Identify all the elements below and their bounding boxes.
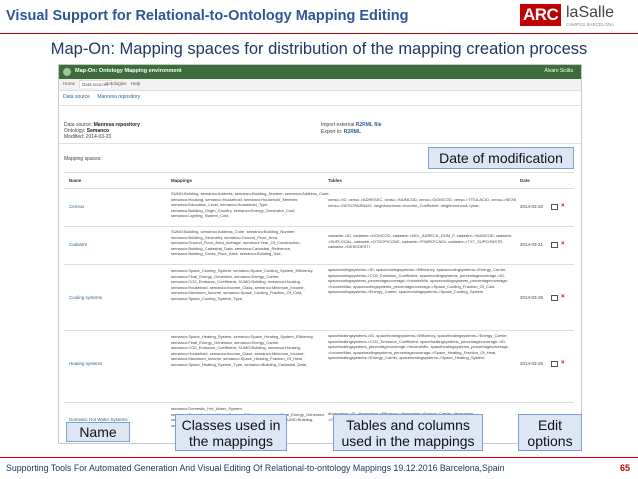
delete-icon[interactable]: ×	[561, 360, 565, 366]
slide-footer: Supporting Tools For Automated Generatio…	[0, 455, 638, 479]
callout-name: Name	[66, 422, 130, 442]
slide-title: Visual Support for Relational-to-Ontolog…	[6, 8, 409, 24]
edit-icon[interactable]	[551, 204, 558, 210]
footer-divider	[0, 457, 638, 458]
mapping-tables: censo->ID, censo->ADRESEC, censo->NUMCOD…	[328, 197, 518, 208]
edit-icon[interactable]	[551, 242, 558, 248]
export-r2rml-link[interactable]: R2RML	[344, 129, 361, 135]
table-row: Cadastre SUMO:Building, semanco:Address_…	[64, 226, 574, 265]
delete-icon[interactable]: ×	[561, 294, 565, 300]
divider	[59, 143, 581, 144]
footer-text: Supporting Tools For Automated Generatio…	[6, 463, 505, 473]
tab-ontologies[interactable]: Ontologies	[105, 81, 127, 86]
app-nav: Home Data sources Ontologies Help	[59, 79, 581, 91]
data-source-info: Data source: Manresa repository Ontology…	[64, 122, 140, 140]
col-mappings: Mappings	[171, 178, 192, 183]
mapping-date: 2014-03-20	[520, 204, 544, 209]
modified-value: 2014-03-20	[85, 134, 112, 140]
callout-classes: Classes used in the mappings	[175, 414, 287, 451]
mapping-tables: cadastre->ID, cadastre->DOMCOD, cadastre…	[328, 233, 513, 249]
import-export: Import external R2RML file Export to: R2…	[321, 122, 382, 135]
mapping-date: 2014-03-26	[520, 361, 544, 366]
mapping-spaces-table: Name Mappings Tables Date Census SUMO:Bu…	[64, 172, 574, 428]
delete-icon[interactable]: ×	[561, 241, 565, 247]
modified-label: Modified:	[64, 134, 85, 140]
mapon-app-screenshot: Map-On: Ontology Mapping environment Álv…	[58, 64, 582, 444]
mapping-classes: SUMO:Building, semanco:Address, semanco:…	[171, 191, 330, 218]
import-label: Import external	[321, 122, 355, 128]
mapping-spaces-label: Mapping spaces:	[64, 156, 102, 162]
breadcrumb: Data source Manresa repository	[63, 94, 146, 100]
col-tables: Tables	[328, 178, 342, 183]
table-row: Heating systems semanco:Space_Heating_Sy…	[64, 330, 574, 403]
import-r2rml-link[interactable]: R2RML file	[356, 122, 382, 128]
header-divider	[0, 33, 638, 34]
callout-edit: Edit options	[518, 414, 582, 451]
breadcrumb-repository[interactable]: Manresa repository	[97, 94, 140, 100]
export-label: Export to:	[321, 128, 343, 135]
mapping-space-name[interactable]: Cooling systems	[69, 295, 102, 300]
delete-icon[interactable]: ×	[561, 203, 565, 209]
logo-lasalle: laSalle	[566, 4, 615, 21]
col-name: Name	[69, 178, 82, 183]
user-menu[interactable]: Álvaro Sicilia	[544, 68, 573, 74]
mapping-tables: spacecoolingsystems->ID, spacecoolingsys…	[328, 267, 509, 294]
table-row: Domestic Hot Water Systems semanco:Domes…	[64, 402, 574, 443]
logo-arc: ARC	[520, 4, 562, 26]
mapping-classes: SUMO:Building, semanco:Address_Code, sem…	[171, 229, 301, 256]
divider	[59, 105, 581, 106]
mapping-space-name[interactable]: Heating systems	[69, 361, 102, 366]
callout-tables: Tables and columns used in the mappings	[333, 414, 483, 451]
callout-date: Date of modification	[428, 147, 574, 169]
page-number: 65	[619, 463, 630, 473]
edit-icon[interactable]	[551, 361, 558, 367]
breadcrumb-data-source[interactable]: Data source	[63, 94, 90, 100]
mapping-tables: spaceheatingsystems->ID, spaceheatingsys…	[328, 333, 510, 360]
app-title: Map-On: Ontology Mapping environment	[75, 68, 182, 74]
col-date: Date	[520, 178, 530, 183]
tab-home[interactable]: Home	[63, 81, 75, 86]
mapping-date: 2014-03-25	[520, 295, 544, 300]
table-row: Cooling systems semanco:Space_Cooling_Sy…	[64, 264, 574, 331]
edit-icon[interactable]	[551, 295, 558, 301]
tab-help[interactable]: Help	[131, 81, 140, 86]
mapping-space-name[interactable]: Cadastre	[69, 242, 87, 247]
mapping-classes: semanco:Space_Heating_System, semanco:Sp…	[171, 334, 314, 367]
logo-subtext: CAMPUS BARCELONA	[566, 22, 615, 27]
table-header: Name Mappings Tables Date	[64, 176, 574, 186]
mapping-date: 2014-03-21	[520, 242, 544, 247]
slide-subtitle: Map-On: Mapping spaces for distribution …	[50, 40, 588, 58]
mapping-space-name[interactable]: Census	[69, 204, 84, 209]
table-row: Census SUMO:Building, semanco:Address, s…	[64, 188, 574, 227]
slide-header: Visual Support for Relational-to-Ontolog…	[0, 0, 638, 30]
arc-lasalle-logo: ARC laSalle CAMPUS BARCELONA	[520, 4, 632, 32]
mapping-classes: semanco:Space_Cooling_System, semanco:Sp…	[171, 268, 314, 301]
app-header: Map-On: Ontology Mapping environment Álv…	[59, 65, 581, 79]
app-logo-icon	[63, 68, 71, 76]
